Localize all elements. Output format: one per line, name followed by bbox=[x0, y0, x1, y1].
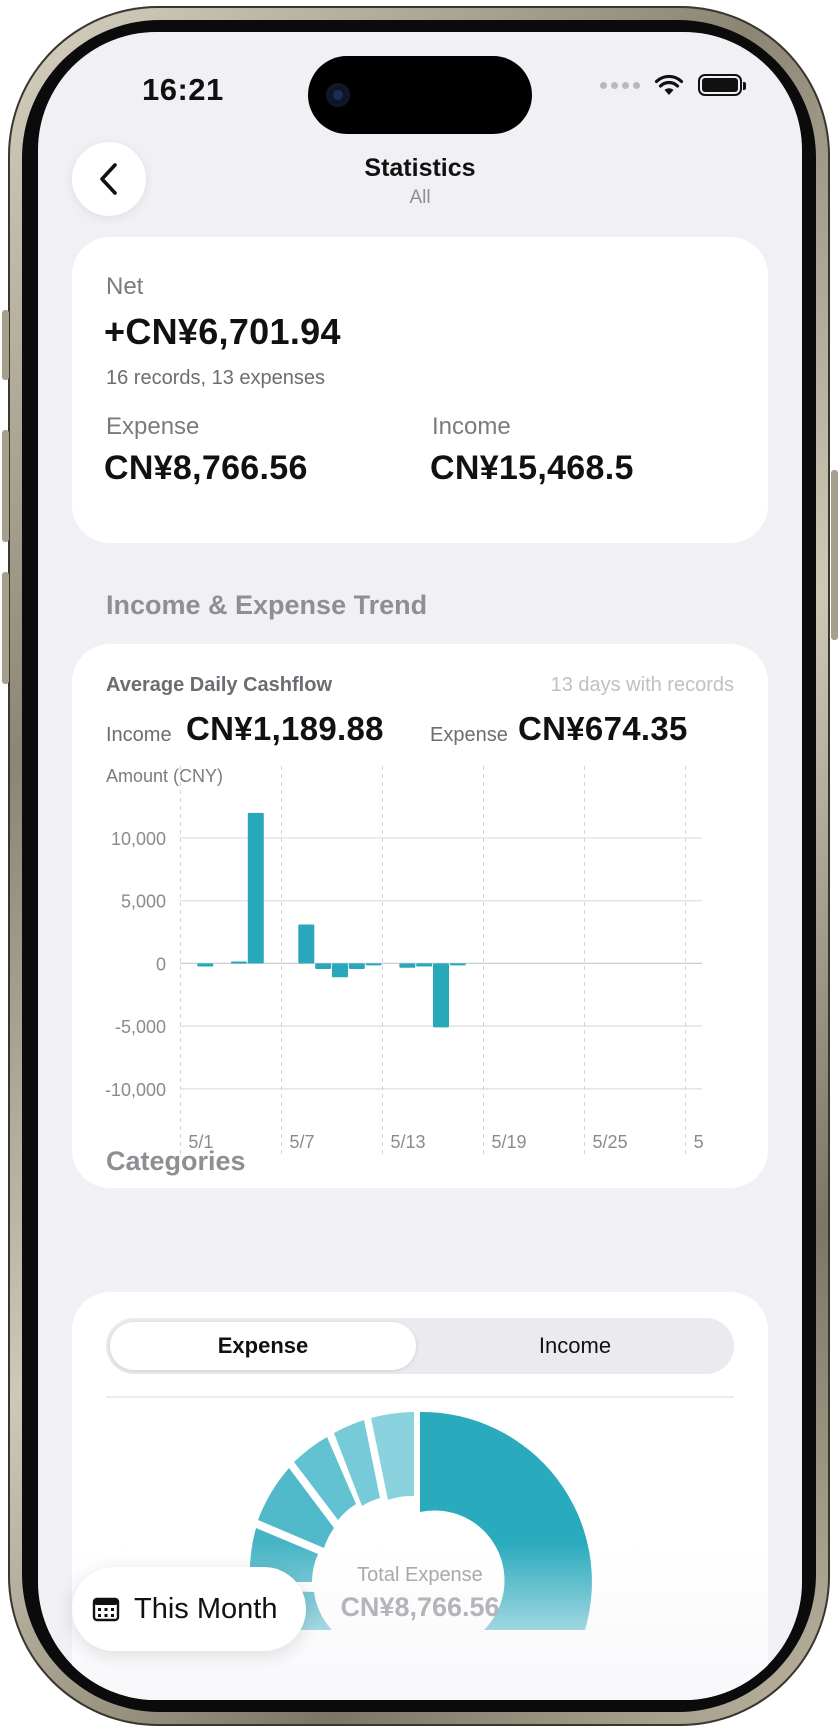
chart-bar bbox=[348, 963, 365, 970]
categories-section-title: Categories bbox=[106, 1146, 246, 1176]
side-button-power bbox=[831, 470, 838, 640]
this-month-label: This Month bbox=[134, 1592, 278, 1625]
page-subtitle: All bbox=[409, 187, 431, 208]
x-tick-label: 5/25 bbox=[593, 1132, 628, 1152]
chart-bar bbox=[298, 924, 315, 964]
x-tick-label: 5/19 bbox=[492, 1132, 527, 1152]
chart-bar bbox=[449, 963, 466, 966]
y-tick-label: -10,000 bbox=[105, 1080, 166, 1100]
trend-section-title: Income & Expense Trend bbox=[106, 590, 428, 620]
battery-icon bbox=[698, 74, 746, 96]
chart-bar bbox=[433, 963, 449, 1028]
cellular-signal-icon bbox=[600, 81, 640, 89]
y-tick-label: 0 bbox=[156, 954, 166, 974]
expense-label: Expense bbox=[106, 413, 200, 440]
this-month-button[interactable]: This Month bbox=[72, 1567, 306, 1651]
wifi-icon bbox=[654, 74, 684, 95]
net-value: +CN¥6,701.94 bbox=[104, 311, 341, 352]
status-time: 16:21 bbox=[142, 72, 224, 107]
income-value: CN¥15,468.5 bbox=[430, 449, 634, 487]
expense-value: CN¥8,766.56 bbox=[104, 449, 308, 487]
x-tick-label: 5 bbox=[694, 1132, 704, 1152]
x-tick-label: 5/7 bbox=[289, 1132, 314, 1152]
summary-card: Net +CN¥6,701.94 16 records, 13 expenses… bbox=[72, 237, 768, 543]
income-label: Income bbox=[432, 413, 511, 440]
chart-bar bbox=[315, 963, 332, 970]
chart-bar bbox=[247, 812, 264, 964]
chart-bar bbox=[331, 963, 348, 978]
status-icons bbox=[600, 74, 746, 96]
chart-bar bbox=[230, 961, 247, 964]
trend-chart: 10,0005,0000-5,000-10,0005/1 5/7 5/13 5/19 5… bbox=[105, 766, 704, 1156]
y-tick-label: 5,000 bbox=[121, 892, 166, 912]
y-tick-label: -5,000 bbox=[115, 1017, 166, 1037]
side-button-action bbox=[2, 310, 9, 380]
records-count: 16 records, 13 expenses bbox=[106, 367, 326, 389]
chart-bar bbox=[197, 963, 214, 967]
net-label: Net bbox=[106, 273, 144, 300]
x-tick-label: 5/13 bbox=[390, 1132, 425, 1152]
dynamic-island bbox=[308, 56, 532, 134]
page-title: Statistics bbox=[364, 154, 476, 182]
chart-bar bbox=[365, 963, 382, 966]
side-button-volume-down bbox=[2, 572, 9, 684]
side-button-volume-up bbox=[2, 430, 9, 542]
chart-bar bbox=[416, 963, 433, 967]
camera-icon bbox=[326, 83, 350, 107]
app-screen: 16:21 Statistics All Net +CN¥6,701.94 16… bbox=[38, 32, 802, 1700]
calendar-icon bbox=[92, 1597, 120, 1622]
chart-bar bbox=[399, 963, 416, 968]
trend-card: Average Daily Cashflow 13 days with reco… bbox=[72, 644, 768, 1188]
y-tick-label: 10,000 bbox=[111, 829, 166, 849]
